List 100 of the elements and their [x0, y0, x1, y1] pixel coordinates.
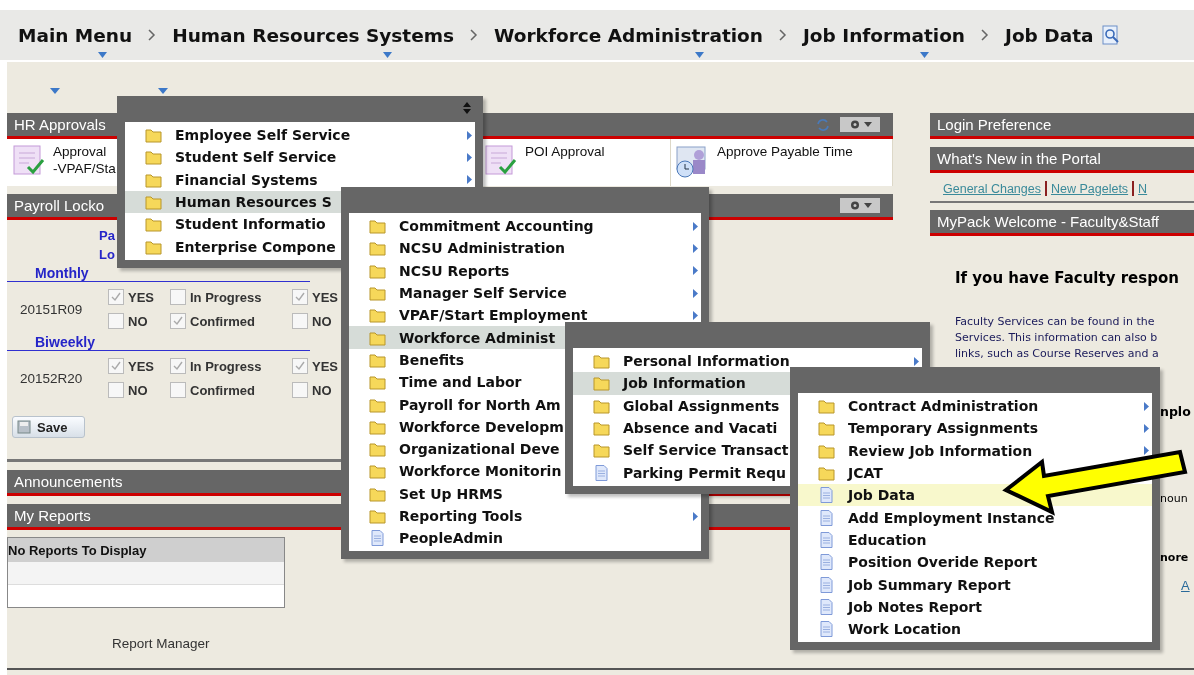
- menu-item[interactable]: Manager Self Service: [349, 281, 701, 305]
- document-icon: [818, 509, 835, 526]
- checkbox-label: YES: [312, 289, 338, 305]
- folder-icon: [818, 420, 835, 437]
- menu-item[interactable]: VPAF/Start Employment: [349, 304, 701, 327]
- folder-icon: [145, 127, 162, 144]
- caret-icon[interactable]: [694, 51, 704, 58]
- checkbox[interactable]: [292, 289, 308, 305]
- checkbox[interactable]: [170, 313, 186, 329]
- checkbox[interactable]: [108, 382, 124, 398]
- floppy-icon: [17, 420, 31, 434]
- breadcrumb-link[interactable]: Human Resources Systems: [172, 24, 455, 46]
- folder-icon: [818, 442, 835, 459]
- folder-icon: [369, 240, 386, 257]
- panel-title: Announcements: [14, 473, 123, 490]
- document-icon: [818, 554, 835, 571]
- panel-title: Payroll Locko: [14, 197, 105, 214]
- caret-icon[interactable]: [920, 51, 930, 58]
- chevron-icon: [470, 29, 479, 41]
- menu-item[interactable]: Contract Administration: [798, 395, 1152, 418]
- text-fragment: nplo: [1160, 404, 1191, 419]
- folder-icon: [369, 262, 386, 279]
- menu-item[interactable]: Add Employment Instance: [798, 506, 1152, 529]
- folder-icon: [369, 418, 386, 435]
- folder-icon: [593, 420, 610, 437]
- checkbox-label: Confirmed: [190, 313, 255, 329]
- folder-icon: [818, 398, 835, 415]
- folder-icon: [145, 194, 162, 211]
- menu-item[interactable]: PeopleAdmin: [349, 527, 701, 550]
- menu-item[interactable]: Work Location: [798, 617, 1152, 641]
- checkbox-label: In Progress: [190, 289, 262, 305]
- checkbox[interactable]: [292, 358, 308, 374]
- checkbox[interactable]: [108, 289, 124, 305]
- document-icon: [593, 464, 610, 481]
- checkbox[interactable]: [108, 313, 124, 329]
- folder-icon: [593, 353, 610, 370]
- chevron-icon: [981, 29, 989, 41]
- checkbox-label: YES: [312, 358, 338, 374]
- menu-item[interactable]: Student Self Service: [125, 146, 475, 169]
- checkbox[interactable]: [170, 358, 186, 374]
- menu-item[interactable]: Commitment Accounting: [349, 215, 701, 238]
- caret-icon[interactable]: [98, 51, 108, 58]
- paragraph-line: Services. This information can also b: [955, 330, 1159, 346]
- panel-title: HR Approvals: [14, 116, 106, 133]
- document-icon: [818, 621, 835, 638]
- tile-link[interactable]: -VPAF/Sta: [53, 160, 116, 177]
- folder-icon: [369, 441, 386, 458]
- save-button[interactable]: Save: [12, 416, 85, 438]
- tile-link[interactable]: Approve Payable Time: [717, 143, 853, 160]
- menu-item[interactable]: Personal Information: [573, 350, 922, 373]
- document-icon: [818, 598, 835, 615]
- section-heading: Lo: [99, 246, 115, 264]
- checkbox[interactable]: [170, 382, 186, 398]
- menu-item[interactable]: Job Summary Report: [798, 573, 1152, 596]
- menu-item[interactable]: Education: [798, 528, 1152, 552]
- checkbox[interactable]: [108, 358, 124, 374]
- folder-icon: [593, 375, 610, 392]
- folder-icon: [369, 374, 386, 391]
- folder-icon: [145, 216, 162, 233]
- breadcrumb-link[interactable]: Job Information: [802, 24, 965, 46]
- menu-item[interactable]: Financial Systems: [125, 168, 475, 191]
- document-icon: [369, 530, 386, 547]
- menu-item[interactable]: Temporary Assignments: [798, 417, 1152, 440]
- panel-title: MyPack Welcome - Faculty&Staff: [937, 213, 1159, 230]
- panel-title: Login Preference: [937, 116, 1052, 133]
- document-icon: [818, 576, 835, 593]
- tile-link[interactable]: POI Approval: [525, 143, 605, 160]
- caret-icon[interactable]: [383, 51, 393, 58]
- folder-icon: [369, 485, 386, 502]
- menu-item[interactable]: Job Notes Report: [798, 595, 1152, 618]
- paragraph-line: Faculty Services can be found in the: [955, 314, 1156, 330]
- menu-item[interactable]: NCSU Reports: [349, 259, 701, 282]
- folder-icon: [369, 351, 386, 368]
- checkbox[interactable]: [170, 289, 186, 305]
- scroll-arrows-icon[interactable]: [463, 102, 471, 114]
- checkbox-label: Confirmed: [190, 382, 255, 398]
- chevron-icon: [148, 29, 157, 41]
- text-link[interactable]: A: [1181, 578, 1190, 593]
- folder-icon: [593, 442, 610, 459]
- breadcrumb-link[interactable]: Workforce Administration: [494, 24, 763, 46]
- menu-item[interactable]: Reporting Tools: [349, 504, 701, 528]
- folder-icon: [369, 508, 386, 524]
- checkbox[interactable]: [292, 313, 308, 329]
- menu-item[interactable]: Position Overide Report: [798, 551, 1152, 574]
- caret-icon[interactable]: [158, 88, 168, 94]
- caret-icon[interactable]: [50, 88, 60, 94]
- table-header: No Reports To Display: [8, 542, 147, 558]
- menu-item[interactable]: NCSU Administration: [349, 237, 701, 260]
- chevron-icon: [778, 29, 787, 41]
- folder-icon: [369, 329, 386, 346]
- folder-icon: [818, 465, 835, 482]
- breadcrumb-link[interactable]: Main Menu: [18, 24, 133, 46]
- menu-item[interactable]: Employee Self Service: [125, 124, 475, 147]
- section-heading: Pa: [99, 227, 115, 245]
- tile-link[interactable]: Approval: [53, 143, 116, 160]
- text-fragment: noun: [1160, 492, 1188, 505]
- breadcrumb-link[interactable]: Job Data: [1005, 24, 1094, 46]
- checkbox-label: NO: [312, 313, 332, 329]
- folder-icon: [145, 238, 162, 255]
- checkbox[interactable]: [292, 382, 308, 398]
